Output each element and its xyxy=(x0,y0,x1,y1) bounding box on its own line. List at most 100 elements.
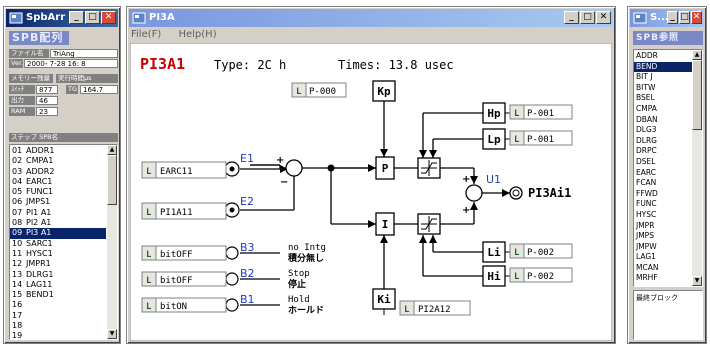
spb-type-item[interactable]: LAG1 xyxy=(634,252,692,263)
step-number: 04 xyxy=(12,176,23,186)
hi-source[interactable]: P-002 xyxy=(527,272,554,282)
close-button[interactable]: ✕ xyxy=(596,11,611,24)
spb-type-item[interactable]: JMPS xyxy=(634,231,692,242)
e1-source[interactable]: EARC11 xyxy=(160,167,193,177)
step-list-item[interactable]: 15 BEND1 xyxy=(10,290,106,300)
step-list-item[interactable]: 03 ADDR2 xyxy=(10,167,106,177)
version-field[interactable]: 2000- 7-28 16: 8 xyxy=(24,59,118,68)
spb-type-item[interactable]: DLG3 xyxy=(634,125,692,136)
spb-type-item[interactable]: DBAN xyxy=(634,115,692,126)
step-list-item[interactable]: 18 xyxy=(10,321,106,331)
link-icon-b3[interactable]: L xyxy=(146,250,152,260)
scroll-up-button[interactable]: ▲ xyxy=(692,50,702,60)
step-list-item[interactable]: 14 LAG11 xyxy=(10,280,106,290)
ki-source[interactable]: PI2A12 xyxy=(418,305,451,315)
step-list-item[interactable]: 10 SARC1 xyxy=(10,239,106,249)
link-icon-kp[interactable]: L xyxy=(296,87,302,97)
spb-type-item[interactable]: DRPC xyxy=(634,146,692,157)
filename-field[interactable]: TriAng xyxy=(50,49,118,58)
step-spb-name: PI1 A1 xyxy=(26,207,52,217)
scroll-down-button[interactable]: ▼ xyxy=(692,276,702,286)
spb-type-item[interactable]: FFWD xyxy=(634,189,692,200)
link-icon-ki[interactable]: L xyxy=(404,305,410,315)
e2-source[interactable]: PI1A11 xyxy=(160,208,193,218)
link-icon-b1[interactable]: L xyxy=(146,302,152,312)
minimize-button[interactable]: _ xyxy=(69,11,84,24)
link-icon-hp[interactable]: L xyxy=(514,109,520,119)
scroll-thumb[interactable] xyxy=(107,155,117,205)
step-list-item[interactable]: 05 FUNC1 xyxy=(10,187,106,197)
step-list-item[interactable]: 02 CMPA1 xyxy=(10,156,106,166)
step-spb-name: PI2 A1 xyxy=(26,218,52,228)
lp-block: Lp xyxy=(487,133,501,146)
link-icon-e1[interactable]: L xyxy=(146,167,152,177)
step-list-item[interactable]: 17 xyxy=(10,311,106,321)
step-list-item[interactable]: 11 HYSC1 xyxy=(10,249,106,259)
minimize-button[interactable]: _ xyxy=(564,11,579,24)
lp-source[interactable]: P-001 xyxy=(527,135,554,145)
close-button[interactable]: ✕ xyxy=(101,11,116,24)
spb-type-item[interactable]: FCAN xyxy=(634,178,692,189)
step-list-item[interactable]: 04 EARC1 xyxy=(10,177,106,187)
spb-type-item[interactable]: EARC xyxy=(634,168,692,179)
minimize-button[interactable]: _ xyxy=(667,11,678,24)
switch-label: ｽｲｯﾁ xyxy=(9,85,35,94)
reference-titlebar[interactable]: S... _ □ ✕ xyxy=(630,9,704,27)
spb-type-list[interactable]: ADDR BEND BIT J BITW BSEL CMPA DBAN DLG3 DLRG DRP… xyxy=(633,49,703,287)
step-list[interactable]: 01 ADDR1 02 CMPA1 03 ADDR2 04 EARC1 05 FUNC1 06 JMP… xyxy=(9,144,118,340)
spb-type-item[interactable]: JMPR xyxy=(634,221,692,232)
spb-type-item[interactable]: DLRG xyxy=(634,136,692,147)
tg-label: TG xyxy=(66,85,78,94)
step-list-item[interactable]: 01 ADDR1 xyxy=(10,146,106,156)
spb-type-item[interactable]: CMPA xyxy=(634,104,692,115)
spb-type-scrollbar[interactable]: ▲ ▼ xyxy=(692,50,702,286)
spb-type-item[interactable]: BITW xyxy=(634,83,692,94)
scroll-thumb[interactable] xyxy=(692,60,702,130)
close-button[interactable]: ✕ xyxy=(691,11,702,24)
spb-type-item[interactable]: BSEL xyxy=(634,93,692,104)
step-list-item[interactable]: 09 PI3 A1 xyxy=(10,228,106,239)
ki-block: Ki xyxy=(377,293,391,306)
spb-type-item[interactable]: MCAN xyxy=(634,263,692,274)
spb-type-item[interactable]: DSEL xyxy=(634,157,692,168)
step-list-item[interactable]: 08 PI2 A1 xyxy=(10,218,106,228)
step-list-item[interactable]: 13 DLRG1 xyxy=(10,270,106,280)
b2-source[interactable]: bitOFF xyxy=(160,276,193,286)
spb-type-item[interactable]: FUNC xyxy=(634,199,692,210)
li-source[interactable]: P-002 xyxy=(527,248,554,258)
hp-source[interactable]: P-001 xyxy=(527,109,554,119)
menu-help[interactable]: Help(H) xyxy=(178,29,216,40)
plus-sign: + xyxy=(462,205,470,216)
spb-type-item[interactable]: BIT J xyxy=(634,72,692,83)
spb-type-item[interactable]: JMPW xyxy=(634,242,692,253)
spb-type-item[interactable]: HYSC xyxy=(634,210,692,221)
b3-source[interactable]: bitOFF xyxy=(160,250,193,260)
ram-value: 23 xyxy=(36,107,58,116)
spb-type-item[interactable]: ADDR xyxy=(634,51,692,62)
step-list-item[interactable]: 07 PI1 A1 xyxy=(10,208,106,218)
step-list-scrollbar[interactable]: ▲ ▼ xyxy=(107,145,117,339)
step-list-item[interactable]: 06 JMPS1 xyxy=(10,197,106,207)
menu-file[interactable]: File(F) xyxy=(131,29,161,40)
maximize-button[interactable]: □ xyxy=(85,11,100,24)
b1-source[interactable]: bitON xyxy=(160,302,187,312)
link-icon-e2[interactable]: L xyxy=(146,208,152,218)
step-list-item[interactable]: 12 JMPR1 xyxy=(10,259,106,269)
link-icon-lp[interactable]: L xyxy=(514,135,520,145)
spb-type-item[interactable]: MRHF xyxy=(634,273,692,284)
scroll-down-button[interactable]: ▼ xyxy=(107,329,117,339)
link-icon-b2[interactable]: L xyxy=(146,276,152,286)
link-icon-hi[interactable]: L xyxy=(514,272,520,282)
spb-type-item[interactable]: BEND xyxy=(634,61,692,73)
pi3a-window: PI3A _ □ ✕ File(F) Help(H) PI3A1 Type: 2… xyxy=(126,6,616,344)
maximize-button[interactable]: □ xyxy=(679,11,690,24)
step-list-item[interactable]: 19 xyxy=(10,331,106,339)
scroll-up-button[interactable]: ▲ xyxy=(107,145,117,155)
step-list-item[interactable]: 16 xyxy=(10,300,106,310)
pi3a-titlebar[interactable]: PI3A _ □ ✕ xyxy=(129,9,613,27)
link-icon-li[interactable]: L xyxy=(514,248,520,258)
step-number: 13 xyxy=(12,269,23,279)
kp-source[interactable]: P-000 xyxy=(309,87,336,97)
maximize-button[interactable]: □ xyxy=(580,11,595,24)
spbarr-titlebar[interactable]: SpbArr _ □ ✕ xyxy=(6,9,118,27)
